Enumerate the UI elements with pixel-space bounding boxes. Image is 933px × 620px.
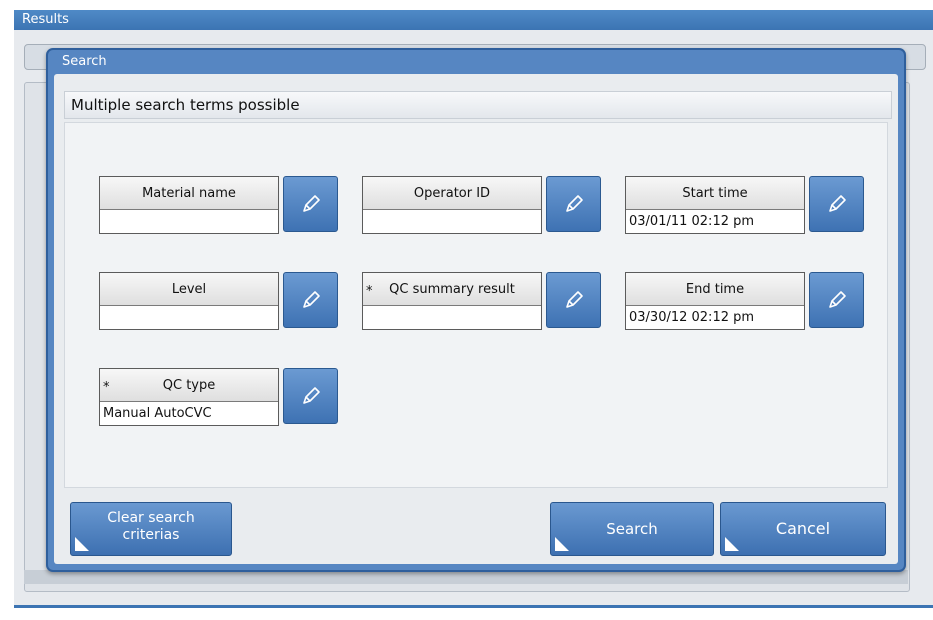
required-marker: * bbox=[103, 380, 110, 395]
background-footer bbox=[24, 570, 908, 584]
field-label: Material name bbox=[100, 177, 278, 210]
corner-indicator-icon bbox=[725, 537, 739, 551]
end-time-value: 03/30/12 02:12 pm bbox=[629, 310, 755, 325]
level-field[interactable]: Level bbox=[99, 272, 279, 330]
pencil-icon bbox=[565, 291, 583, 308]
field-label: * QC summary result bbox=[363, 273, 541, 306]
search-dialog: Search Multiple search terms possible Ma… bbox=[46, 48, 906, 572]
hint-text: Multiple search terms possible bbox=[71, 96, 300, 114]
pencil-icon bbox=[302, 387, 320, 404]
material-name-value bbox=[100, 210, 278, 234]
end-time-edit-button[interactable] bbox=[809, 272, 864, 328]
material-name-field[interactable]: Material name bbox=[99, 176, 279, 234]
start-time-value: 03/01/11 02:12 pm bbox=[629, 214, 755, 229]
search-fields-area: Material name Operator ID Start time 03/… bbox=[64, 122, 888, 488]
qc-type-label: QC type bbox=[162, 378, 216, 393]
field-label: Start time bbox=[626, 177, 804, 210]
corner-indicator-icon bbox=[75, 537, 89, 551]
material-name-edit-button[interactable] bbox=[283, 176, 338, 232]
qc-type-field[interactable]: * QC type Manual AutoCVC bbox=[99, 368, 279, 426]
clear-button-label: Clear search criterias bbox=[107, 510, 195, 543]
start-time-edit-button[interactable] bbox=[809, 176, 864, 232]
dialog-body: Multiple search terms possible Material … bbox=[54, 74, 898, 564]
field-label: * QC type bbox=[100, 369, 278, 402]
pencil-icon bbox=[302, 195, 320, 212]
operator-id-value bbox=[363, 210, 541, 234]
field-label: Level bbox=[100, 273, 278, 306]
operator-id-edit-button[interactable] bbox=[546, 176, 601, 232]
clear-search-criterias-button[interactable]: Clear search criterias bbox=[70, 502, 232, 556]
pencil-icon bbox=[565, 195, 583, 212]
pencil-icon bbox=[828, 195, 846, 212]
qc-type-value: Manual AutoCVC bbox=[103, 406, 212, 421]
search-button[interactable]: Search bbox=[550, 502, 714, 556]
qc-type-edit-button[interactable] bbox=[283, 368, 338, 424]
cancel-button-label: Cancel bbox=[775, 519, 831, 538]
pencil-icon bbox=[302, 291, 320, 308]
cancel-button[interactable]: Cancel bbox=[720, 502, 886, 556]
operator-id-label: Operator ID bbox=[413, 186, 491, 201]
qc-summary-result-field[interactable]: * QC summary result bbox=[362, 272, 542, 330]
material-name-label: Material name bbox=[142, 186, 236, 201]
field-label: End time bbox=[626, 273, 804, 306]
window-title: Results bbox=[22, 12, 69, 27]
dialog-title: Search bbox=[62, 54, 107, 69]
window-title-bar: Results bbox=[14, 10, 933, 30]
end-time-label: End time bbox=[685, 282, 745, 297]
field-label: Operator ID bbox=[363, 177, 541, 210]
qc-summary-result-edit-button[interactable] bbox=[546, 272, 601, 328]
qc-summary-result-value bbox=[363, 306, 541, 330]
qc-summary-result-label: QC summary result bbox=[389, 282, 515, 297]
corner-indicator-icon bbox=[555, 537, 569, 551]
level-value bbox=[100, 306, 278, 330]
operator-id-field[interactable]: Operator ID bbox=[362, 176, 542, 234]
start-time-field[interactable]: Start time 03/01/11 02:12 pm bbox=[625, 176, 805, 234]
level-label: Level bbox=[171, 282, 207, 297]
hint-bar: Multiple search terms possible bbox=[64, 91, 892, 119]
search-button-label: Search bbox=[606, 520, 658, 538]
start-time-label: Start time bbox=[682, 186, 748, 201]
required-marker: * bbox=[366, 284, 373, 299]
end-time-field[interactable]: End time 03/30/12 02:12 pm bbox=[625, 272, 805, 330]
pencil-icon bbox=[828, 291, 846, 308]
level-edit-button[interactable] bbox=[283, 272, 338, 328]
